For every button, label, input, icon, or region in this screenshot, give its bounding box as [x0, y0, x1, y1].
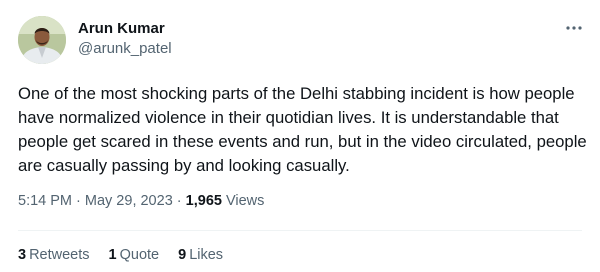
- tweet-date[interactable]: May 29, 2023: [85, 193, 173, 209]
- likes-count: 9: [178, 247, 187, 263]
- engagement-stats: 3 Retweets 1 Quote 9 Likes: [18, 247, 223, 263]
- author-name[interactable]: Arun Kumar: [78, 20, 165, 37]
- profile-photo-icon: [18, 16, 66, 64]
- tweet-text: One of the most shocking parts of the De…: [18, 84, 587, 175]
- views-count: 1,965: [185, 193, 222, 209]
- views-label: Views: [225, 193, 265, 209]
- author-handle[interactable]: @arunk_patel: [78, 40, 172, 57]
- tweet-meta: 5:14 PM · May 29, 2023 · 1,965 Views: [18, 193, 264, 209]
- quotes-count: 1: [108, 247, 117, 263]
- divider: [18, 230, 582, 231]
- quotes-stat[interactable]: 1 Quote: [109, 247, 160, 263]
- meta-separator: ·: [176, 193, 186, 209]
- retweets-label: Retweets: [29, 247, 90, 263]
- quotes-label: Quote: [119, 247, 160, 263]
- retweets-stat[interactable]: 3 Retweets: [18, 247, 90, 263]
- likes-stat[interactable]: 9 Likes: [178, 247, 223, 263]
- retweets-count: 3: [18, 247, 27, 263]
- more-options-icon: [566, 26, 582, 30]
- meta-separator: ·: [76, 193, 85, 209]
- likes-label: Likes: [189, 247, 224, 263]
- more-options-button[interactable]: [562, 18, 586, 38]
- tweet-card: Arun Kumar @arunk_patel One of the most …: [0, 0, 600, 272]
- avatar[interactable]: [18, 16, 66, 64]
- tweet-time[interactable]: 5:14 PM: [18, 193, 72, 209]
